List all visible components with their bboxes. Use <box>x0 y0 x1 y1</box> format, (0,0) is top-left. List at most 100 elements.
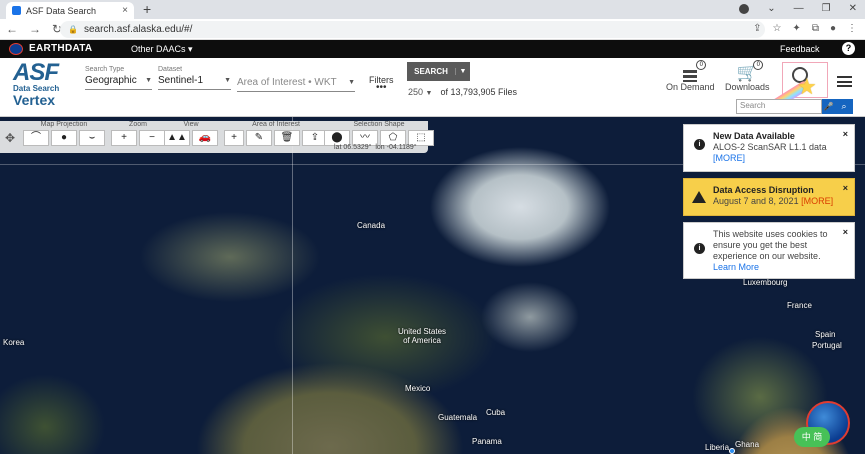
nasa-logo-icon[interactable] <box>9 43 23 55</box>
map-label-united-states: United States of America <box>398 327 447 345</box>
graticule-line <box>292 117 293 454</box>
bookmark-star-icon[interactable]: ☆ <box>772 23 781 34</box>
notification-new-data: i × New Data Available ALOS-2 ScanSAR L1… <box>683 124 855 172</box>
map-label-cuba: Cuba <box>486 408 506 417</box>
earthdata-bar: EARTHDATA Other DAACs ▾ Feedback ? <box>0 40 865 58</box>
zoom-in-button[interactable]: + <box>111 130 137 146</box>
max-results-value: 250 <box>408 87 424 97</box>
map-label-liberia: Liberia <box>705 443 730 452</box>
share-icon[interactable]: ⇪ <box>753 23 761 34</box>
caret-down-icon[interactable]: ▼ <box>348 79 355 86</box>
results-count: 250 ▼ of 13,793,905 Files <box>408 87 517 97</box>
longitude-readout: lon -04.1189° <box>375 144 417 151</box>
asf-favicon-icon <box>12 6 21 15</box>
on-demand-label: On Demand <box>666 82 715 92</box>
filters-button[interactable]: Filters ••• <box>369 75 394 93</box>
zoom-out-button[interactable]: − <box>139 130 165 146</box>
search-type-select[interactable]: Search Type Geographic ▼ <box>85 66 152 90</box>
edit-aoi-pencil-icon[interactable]: ✎ <box>246 130 272 146</box>
ime-language-badge[interactable]: 中 简 <box>794 427 830 447</box>
street-view-button[interactable]: 🚗 <box>192 130 218 146</box>
close-tab-icon[interactable]: × <box>122 5 128 16</box>
close-window-icon[interactable]: ✕ <box>849 3 857 14</box>
on-demand-button[interactable]: 0 On Demand <box>666 60 715 92</box>
help-icon[interactable]: ? <box>842 42 855 55</box>
downloads-button[interactable]: 🛒 0 Downloads <box>725 60 770 92</box>
kebab-menu-icon[interactable]: ⋮ <box>847 23 857 34</box>
dataset-select[interactable]: Dataset Sentinel-1 ▼ <box>158 66 231 90</box>
tab-title: ASF Data Search <box>26 5 97 16</box>
latitude-readout: lat 06.5329° <box>334 144 372 151</box>
restore-icon[interactable]: ❐ <box>822 3 831 14</box>
map-label-korea: Korea <box>3 338 25 347</box>
extension-icon[interactable]: ✦ <box>792 23 800 34</box>
url-field[interactable]: 🔒 search.asf.alaska.edu/#/ <box>60 21 765 38</box>
selection-shape-group: Selection Shape ⬤ 〰 ⬠ ⬚ <box>324 121 434 146</box>
map-label-panama: Panama <box>472 437 502 446</box>
feedback-link[interactable]: Feedback <box>780 44 820 54</box>
antarctic-projection-button[interactable]: ⌣ <box>79 130 105 146</box>
max-results-select[interactable]: 250 ▼ <box>408 87 432 97</box>
selection-shape-label: Selection Shape <box>353 121 405 128</box>
chevron-down-icon[interactable]: ⌄ <box>767 3 775 14</box>
notification-title: Data Access Disruption <box>713 185 814 195</box>
close-notification-icon[interactable]: × <box>843 183 848 194</box>
search-button-label: SEARCH <box>414 67 448 76</box>
microphone-icon[interactable]: 🎤 <box>822 99 835 114</box>
area-of-interest-label: Area of Interest <box>252 121 300 128</box>
back-icon[interactable]: ← <box>6 22 18 36</box>
new-tab-button[interactable]: + <box>143 1 151 17</box>
map-label-mexico: Mexico <box>405 384 431 393</box>
notification-more-link[interactable]: [MORE] <box>801 196 833 206</box>
caret-down-icon: ▼ <box>145 77 152 84</box>
area-of-interest-group: Area of Interest + ✎ 🗑 ⇪ <box>224 121 328 146</box>
asf-vertex-logo[interactable]: ASF Data Search Vertex <box>13 59 68 114</box>
notification-title: New Data Available <box>713 131 795 141</box>
search-type-value: Geographic <box>85 75 137 86</box>
clear-aoi-trash-icon[interactable]: 🗑 <box>274 130 300 146</box>
arctic-projection-button[interactable]: ⌒ <box>23 130 49 146</box>
satellite-view-button[interactable]: ▲▲ <box>164 130 190 146</box>
notification-body: This website uses cookies to ensure you … <box>713 229 828 261</box>
aoi-wkt-input[interactable]: Area of Interest • WKT ▼ <box>237 66 355 92</box>
notification-body: August 7 and 8, 2021 <box>713 196 799 206</box>
lock-icon[interactable]: 🔒 <box>68 25 78 34</box>
browser-tab[interactable]: ASF Data Search × <box>6 2 134 19</box>
record-icon[interactable] <box>739 4 750 14</box>
learn-more-link[interactable]: Learn More <box>713 262 759 272</box>
info-icon: i <box>694 243 705 254</box>
cart-icon: 🛒 0 <box>736 60 764 82</box>
notification-access-disruption: × Data Access Disruption August 7 and 8,… <box>683 178 855 216</box>
notification-more-link[interactable]: [MORE] <box>713 153 745 163</box>
total-files: of 13,793,905 Files <box>440 87 518 97</box>
move-grip-icon[interactable]: ✥ <box>5 131 15 145</box>
map-label-luxembourg: Luxembourg <box>743 278 788 287</box>
profile-icon[interactable]: ● <box>830 23 836 34</box>
logo-asf: ASF <box>13 59 59 86</box>
more-dots-icon: ••• <box>375 82 387 93</box>
close-notification-icon[interactable]: × <box>843 227 848 238</box>
downloads-badge: 0 <box>753 60 764 70</box>
warning-triangle-icon <box>692 191 706 203</box>
notification-body: ALOS-2 ScanSAR L1.1 data <box>713 142 827 152</box>
search-dropdown-icon[interactable]: ▼ <box>455 68 470 75</box>
aoi-add-button[interactable]: + <box>224 130 244 146</box>
equatorial-projection-button[interactable]: ● <box>51 130 77 146</box>
search-button[interactable]: SEARCH ▼ <box>407 62 470 81</box>
on-demand-queue-icon: 0 <box>679 60 707 82</box>
map-search-input[interactable]: Search <box>736 99 822 114</box>
zoom-group: Zoom + − <box>111 121 165 146</box>
hamburger-menu-icon[interactable] <box>837 76 852 87</box>
forward-icon[interactable]: → <box>29 22 41 36</box>
earthdata-logo[interactable]: EARTHDATA <box>29 43 92 54</box>
other-daacs-menu[interactable]: Other DAACs ▾ <box>131 44 193 55</box>
search-icon[interactable]: ⌕ <box>835 99 853 114</box>
minimize-icon[interactable]: — <box>794 3 804 14</box>
extensions-puzzle-icon[interactable]: ⧉ <box>812 23 819 34</box>
url-text: search.asf.alaska.edu/#/ <box>83 24 193 35</box>
aoi-placeholder: Area of Interest • WKT <box>237 77 337 88</box>
view-label: View <box>183 121 199 128</box>
dataset-label: Dataset <box>158 66 183 73</box>
close-notification-icon[interactable]: × <box>843 129 848 140</box>
map-label-france: France <box>787 301 812 310</box>
